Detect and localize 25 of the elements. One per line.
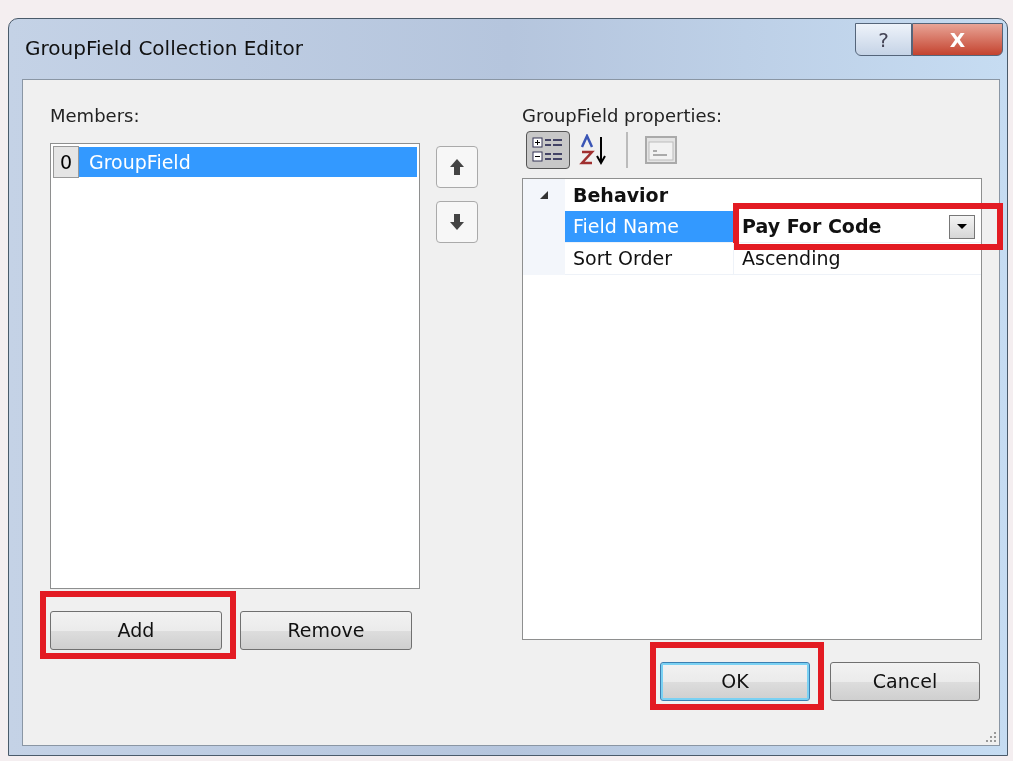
sort-icon: [579, 134, 609, 166]
dialog-button[interactable]: Remove: [240, 611, 412, 650]
property-value[interactable]: Ascending: [742, 243, 841, 274]
property-pages-icon: [645, 136, 677, 164]
move-down-button[interactable]: [436, 201, 478, 243]
properties-label: GroupField properties:: [522, 105, 723, 127]
dropdown-button[interactable]: [949, 214, 975, 239]
move-up-button[interactable]: [436, 146, 478, 188]
up-arrow-icon: [449, 158, 465, 176]
resize-grip-icon: [983, 729, 997, 743]
index-cell: 0: [53, 146, 79, 178]
category-label: Behavior: [572, 182, 669, 208]
expand-icon[interactable]: [539, 190, 549, 200]
dialog-button[interactable]: OK: [660, 662, 810, 701]
property-name[interactable]: Sort Order: [565, 243, 733, 275]
dialog-button[interactable]: Cancel: [830, 662, 980, 701]
members-label: Members:: [50, 105, 141, 127]
down-arrow-icon: [449, 213, 465, 231]
categorized-icon: [531, 135, 565, 165]
window-title: GroupField Collection Editor: [25, 35, 303, 62]
property-value[interactable]: Pay For Code: [742, 211, 882, 242]
caret-icon: [956, 223, 968, 230]
toolbar-button[interactable]: [526, 131, 570, 169]
dialog-button[interactable]: Add: [50, 611, 222, 650]
help-button[interactable]: ?: [855, 23, 912, 56]
